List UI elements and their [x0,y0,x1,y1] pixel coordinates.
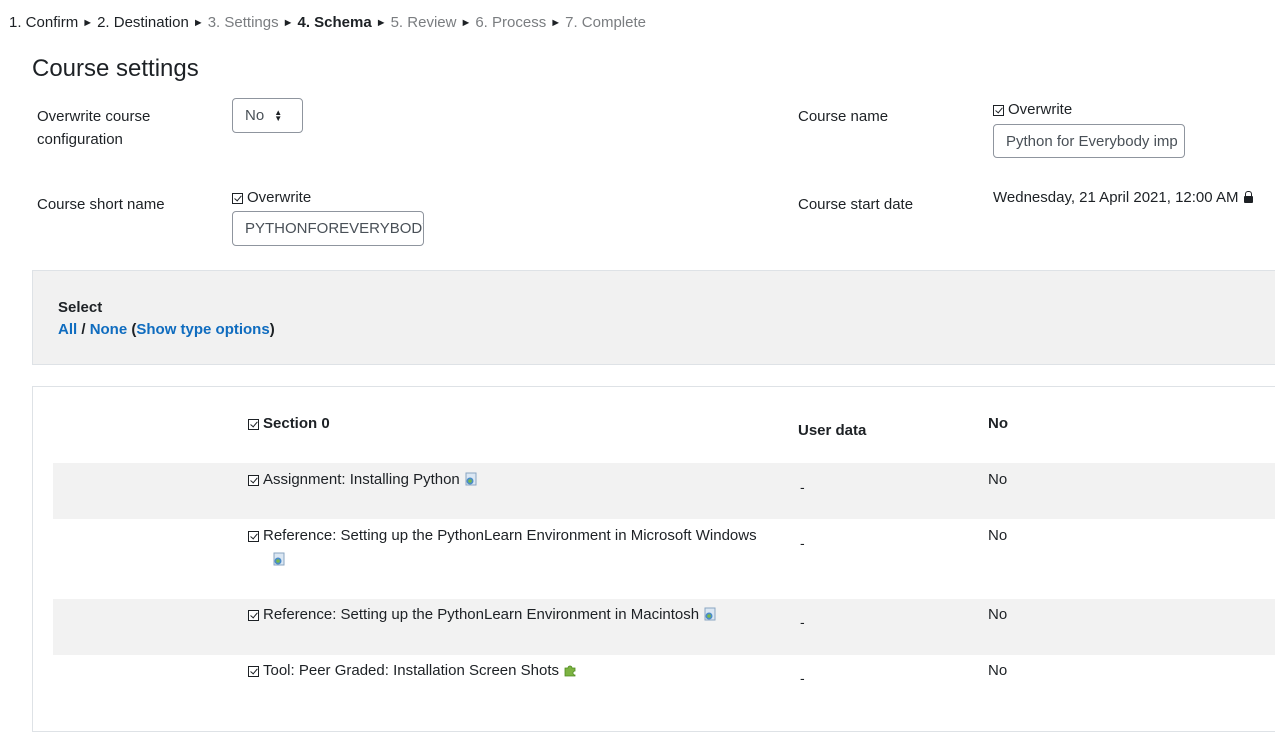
breadcrumb-step-complete: 7. Complete [565,14,646,31]
user-data-header: User data [798,422,867,439]
breadcrumb-separator: ► [375,17,387,29]
item-label: Tool: Peer Graded: Installation Screen S… [263,662,560,679]
section-checkbox[interactable] [248,418,259,430]
course-name-overwrite-label: Overwrite [1008,101,1073,118]
overwrite-config-value: No [245,107,265,124]
select-open-paren: ( [127,321,137,338]
list-item[interactable]: Assignment: Installing Python [248,468,768,492]
course-name-input[interactable]: Python for Everybody imp [993,124,1185,158]
section-title: Section 0 [263,415,330,432]
select-caret-icon: ▲ ▼ [274,107,283,123]
page-title: Course settings [32,55,199,82]
course-start-date-label: Course start date [798,196,914,213]
course-name-label: Course name [798,108,889,125]
short-name-overwrite[interactable]: Overwrite [232,188,311,208]
short-name-overwrite-checkbox[interactable] [232,192,243,204]
list-item[interactable]: Reference: Setting up the PythonLearn En… [248,603,768,627]
section-panel: Section 0 User data No Assignment: Insta… [32,386,1275,732]
item-value: No [988,606,1008,623]
breadcrumb-step-process: 6. Process [475,14,547,31]
course-name-overwrite-checkbox[interactable] [993,104,1004,116]
list-item[interactable]: Reference: Setting up the PythonLearn En… [248,524,768,572]
breadcrumb-separator: ► [550,17,562,29]
lock-icon [1244,190,1254,203]
select-links: All / None (Show type options) [58,321,275,338]
overwrite-config-label: Overwrite course configuration [37,108,151,148]
course-start-date-value: Wednesday, 21 April 2021, 12:00 AM [993,188,1254,208]
list-item[interactable]: Tool: Peer Graded: Installation Screen S… [248,659,768,683]
item-label: Reference: Setting up the PythonLearn En… [263,527,757,544]
overwrite-config-select[interactable]: No ▲ ▼ [232,98,303,133]
url-activity-icon [704,607,716,621]
select-title: Select [58,299,103,316]
select-panel: Select All / None (Show type options) [32,270,1275,365]
course-short-name-input[interactable]: PYTHONFOREVERYBODY [232,211,424,246]
breadcrumb-step-schema: 4. Schema [297,14,372,31]
select-slash: / [77,321,90,338]
breadcrumb-separator: ► [282,17,294,29]
show-type-options-link[interactable]: Show type options [136,321,269,338]
item-user-data: - [800,670,805,686]
course-name-overwrite[interactable]: Overwrite [993,100,1072,120]
course-short-name-label: Course short name [37,196,165,213]
short-name-overwrite-label: Overwrite [247,189,312,206]
breadcrumb-step-settings: 3. Settings [207,14,279,31]
select-none-link[interactable]: None [90,321,128,338]
item-user-data: - [800,614,805,630]
item-checkbox[interactable] [248,665,259,677]
item-value: No [988,527,1008,544]
select-all-link[interactable]: All [58,321,77,338]
breadcrumb-step-review: 5. Review [390,14,457,31]
breadcrumb-separator: ► [82,17,94,29]
breadcrumb-separator: ► [192,17,204,29]
item-label: Reference: Setting up the PythonLearn En… [263,606,700,623]
item-checkbox[interactable] [248,609,259,621]
section-header[interactable]: Section 0 [248,412,330,436]
breadcrumb-step-confirm: 1. Confirm [9,14,79,31]
lti-puzzle-icon [564,665,576,677]
course-start-date-text: Wednesday, 21 April 2021, 12:00 AM [993,189,1239,206]
item-label: Assignment: Installing Python [263,471,460,488]
url-activity-icon [465,472,477,486]
section-user-data-value: No [988,415,1008,432]
item-value: No [988,471,1008,488]
item-user-data: - [800,479,805,495]
breadcrumb-step-destination: 2. Destination [97,14,189,31]
item-user-data: - [800,535,805,551]
item-checkbox[interactable] [248,530,259,542]
url-activity-icon [273,552,285,566]
breadcrumb: 1. Confirm ► 2. Destination ► 3. Settings ► 4.… [9,13,646,34]
item-value: No [988,662,1008,679]
item-checkbox[interactable] [248,474,259,486]
breadcrumb-separator: ► [460,17,472,29]
select-close-paren: ) [269,321,275,338]
